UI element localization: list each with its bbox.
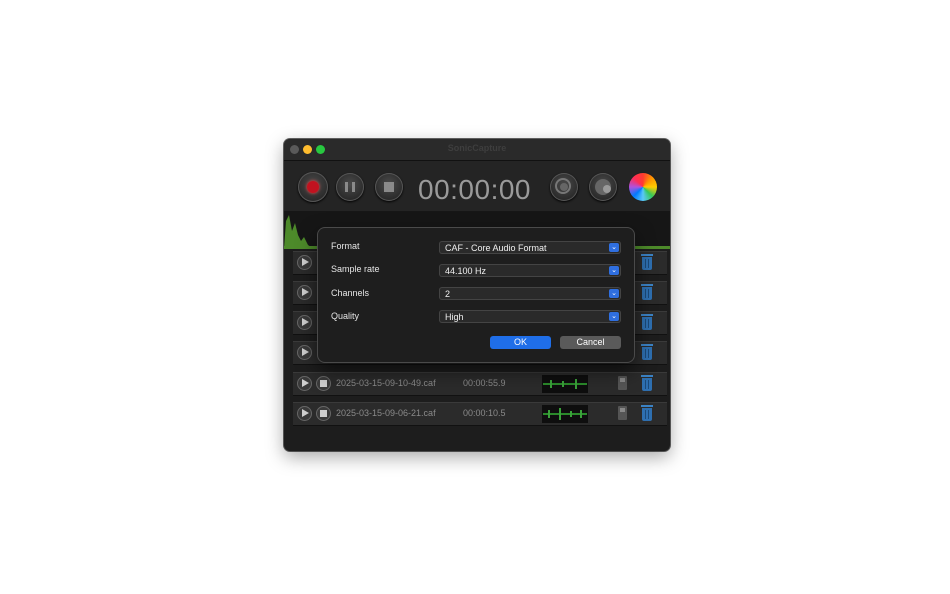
chevron-down-icon: ⌄ xyxy=(609,243,619,252)
stop-playback-button[interactable] xyxy=(316,376,331,391)
trash-icon[interactable] xyxy=(641,314,653,330)
recording-duration: 00:00:55.9 xyxy=(463,378,506,388)
stop-playback-button[interactable] xyxy=(316,406,331,421)
save-icon[interactable] xyxy=(618,376,627,390)
play-icon xyxy=(302,318,309,326)
chevron-down-icon: ⌄ xyxy=(609,289,619,298)
quality-select[interactable]: High ⌄ xyxy=(439,310,621,323)
trash-icon[interactable] xyxy=(641,254,653,270)
record-icon xyxy=(307,181,319,193)
play-button[interactable] xyxy=(297,285,312,300)
chevron-down-icon: ⌄ xyxy=(609,266,619,275)
chevron-down-icon: ⌄ xyxy=(609,312,619,321)
format-value: CAF - Core Audio Format xyxy=(445,243,547,253)
play-icon xyxy=(302,379,309,387)
channels-select[interactable]: 2 ⌄ xyxy=(439,287,621,300)
trash-icon[interactable] xyxy=(641,405,653,421)
play-icon xyxy=(302,258,309,266)
window-title: SonicCapture xyxy=(447,143,507,153)
format-select[interactable]: CAF - Core Audio Format ⌄ xyxy=(439,241,621,254)
input-audio-button[interactable] xyxy=(589,173,617,201)
recording-filename: 2025-03-15-09-10-49.caf xyxy=(336,378,436,388)
stop-icon xyxy=(320,380,327,387)
sample-rate-select[interactable]: 44.100 Hz ⌄ xyxy=(439,264,621,277)
play-button[interactable] xyxy=(297,406,312,421)
stop-icon xyxy=(320,410,327,417)
recording-row[interactable]: 2025-03-15-09-10-49.caf 00:00:55.9 xyxy=(293,372,667,396)
stop-icon xyxy=(384,182,394,192)
quality-label: Quality xyxy=(331,311,360,321)
titlebar[interactable]: SonicCapture xyxy=(284,139,670,161)
play-icon xyxy=(302,348,309,356)
play-icon xyxy=(302,288,309,296)
trash-icon[interactable] xyxy=(641,284,653,300)
quality-value: High xyxy=(445,312,464,322)
save-icon[interactable] xyxy=(618,406,627,420)
channels-label: Channels xyxy=(331,288,370,298)
stop-button[interactable] xyxy=(375,173,403,201)
toolbar: 00:00:00 xyxy=(284,161,670,211)
pause-button[interactable] xyxy=(336,173,364,201)
play-button[interactable] xyxy=(297,315,312,330)
trash-icon[interactable] xyxy=(641,344,653,360)
play-button[interactable] xyxy=(297,376,312,391)
recording-timer: 00:00:00 xyxy=(418,174,531,205)
waveform-thumbnail xyxy=(542,405,588,423)
recording-row[interactable]: 2025-03-15-09-06-21.caf 00:00:10.5 xyxy=(293,402,667,426)
cancel-button[interactable]: Cancel xyxy=(560,336,621,349)
trash-icon[interactable] xyxy=(641,375,653,391)
sample-rate-value: 44.100 Hz xyxy=(445,266,487,276)
recording-filename: 2025-03-15-09-06-21.caf xyxy=(336,408,436,418)
channels-value: 2 xyxy=(445,289,451,299)
sample-rate-label: Sample rate xyxy=(331,264,380,274)
waveform-thumbnail xyxy=(542,375,588,393)
format-label: Format xyxy=(331,241,360,251)
recording-settings-dialog: Format CAF - Core Audio Format ⌄ Sample … xyxy=(318,228,634,362)
ok-button[interactable]: OK xyxy=(490,336,551,349)
recording-duration: 00:00:10.5 xyxy=(463,408,506,418)
play-button[interactable] xyxy=(297,255,312,270)
record-button[interactable] xyxy=(298,172,328,202)
color-wheel-icon[interactable] xyxy=(629,173,657,201)
play-button[interactable] xyxy=(297,345,312,360)
play-icon xyxy=(302,409,309,417)
output-audio-button[interactable] xyxy=(550,173,578,201)
